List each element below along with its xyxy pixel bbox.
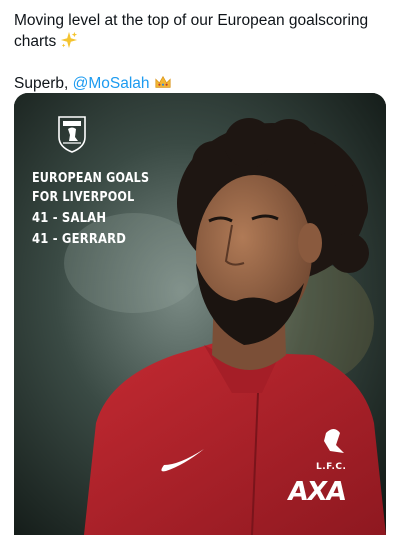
tweet-media-image[interactable]: EUROPEAN GOALS FOR LIVERPOOL 41 - SALAH … xyxy=(14,93,386,535)
tweet-text: Moving level at the top of our European … xyxy=(14,10,386,94)
tweet-text-prefix: Superb, xyxy=(14,75,73,92)
tweet-card: Moving level at the top of our European … xyxy=(0,0,400,535)
liverpool-crest-icon xyxy=(58,116,86,153)
shirt-badge-text: L.F.C. xyxy=(316,462,347,472)
tweet-text-line-3: Superb, @MoSalah xyxy=(14,73,386,94)
stat-gerrard: 41 - GERRARD xyxy=(32,231,127,247)
graphic-heading-line-1: EUROPEAN GOALS xyxy=(32,171,150,186)
sponsor-logo: AXA xyxy=(285,477,348,507)
stat-salah: 41 - SALAH xyxy=(32,210,107,226)
tweet-text-line-2: charts xyxy=(14,31,386,52)
graphic-heading-line-2: FOR LIVERPOOL xyxy=(32,190,135,205)
stats-graphic: EUROPEAN GOALS FOR LIVERPOOL 41 - SALAH … xyxy=(32,169,182,249)
mention-link[interactable]: @MoSalah xyxy=(73,75,150,92)
sparkles-icon xyxy=(61,31,78,49)
tweet-text-line-1: Moving level at the top of our European … xyxy=(14,12,369,29)
tweet-text-charts: charts xyxy=(14,33,57,50)
crown-icon xyxy=(154,75,171,88)
